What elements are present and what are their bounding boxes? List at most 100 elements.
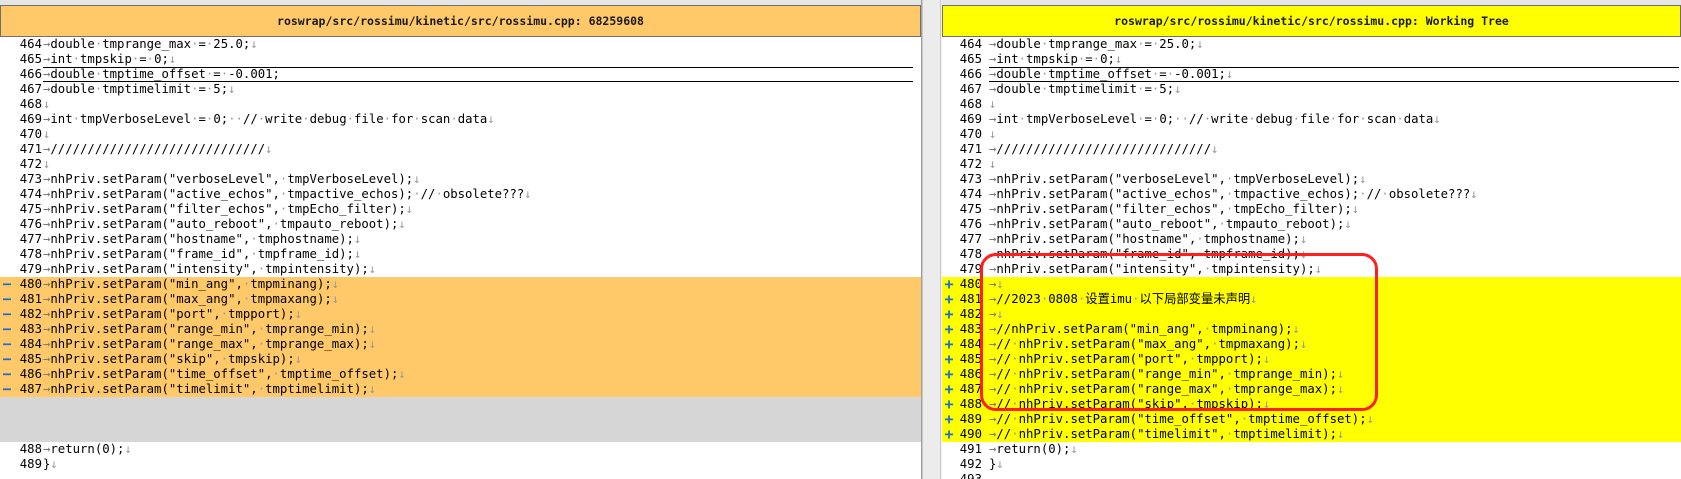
pane-splitter[interactable] <box>922 0 941 479</box>
code-text[interactable]: ↓ <box>989 97 996 112</box>
code-line[interactable]: 475 →nhPriv.setParam("filter_echos",·tmpE… <box>942 202 1681 217</box>
code-text[interactable]: →double·tmptimelimit·=·5;↓ <box>989 82 1182 97</box>
code-line[interactable]: +481 →//2023·0808·设置imu·以下局部变量未声明↓ <box>942 292 1681 307</box>
code-text[interactable]: →nhPriv.setParam("verboseLevel",·tmpVerb… <box>43 172 421 187</box>
code-line[interactable]: +490 →//·nhPriv.setParam("timelimit",·tmp… <box>942 427 1681 442</box>
code-text[interactable]: →nhPriv.setParam("auto_reboot",·tmpauto_… <box>989 217 1352 232</box>
code-text[interactable]: →int·tmpskip·=·0;↓ <box>989 52 1122 67</box>
code-line[interactable]: 469 →int·tmpVerboseLevel·=·0;··//·write·d… <box>942 112 1681 127</box>
code-line[interactable]: 479 →nhPriv.setParam("intensity",·tmpinte… <box>942 262 1681 277</box>
code-line[interactable]: 468 ↓ <box>0 97 921 112</box>
code-line[interactable]: −483 →nhPriv.setParam("range_min",·tmpran… <box>0 322 921 337</box>
code-line[interactable]: 469 →int·tmpVerboseLevel·=·0;··//·write·d… <box>0 112 921 127</box>
code-text[interactable]: →nhPriv.setParam("hostname",·tmphostname… <box>43 232 361 247</box>
code-line[interactable]: +485 →//·nhPriv.setParam("port",·tmpport)… <box>942 352 1681 367</box>
code-text[interactable]: →//·nhPriv.setParam("timelimit",·tmptime… <box>989 427 1344 442</box>
code-text[interactable]: →//·nhPriv.setParam("range_max",·tmprang… <box>989 382 1344 397</box>
code-text[interactable]: →nhPriv.setParam("active_echos",·tmpacti… <box>43 187 532 202</box>
code-text[interactable]: →double·tmptimelimit·=·5;↓ <box>43 82 236 97</box>
code-line[interactable]: −484 →nhPriv.setParam("range_max",·tmpran… <box>0 337 921 352</box>
code-text[interactable]: →//·nhPriv.setParam("skip",·tmpskip);↓ <box>989 397 1270 412</box>
code-text[interactable]: →nhPriv.setParam("time_offset",·tmptime_… <box>43 367 406 382</box>
code-text[interactable]: →return(0);↓ <box>43 442 132 457</box>
code-text[interactable]: →double·tmprange_max·=·25.0;↓ <box>43 37 258 52</box>
code-line[interactable]: 474 →nhPriv.setParam("active_echos",·tmpa… <box>0 187 921 202</box>
code-text[interactable]: →nhPriv.setParam("intensity",·tmpintensi… <box>989 262 1322 277</box>
code-text[interactable]: →nhPriv.setParam("filter_echos",·tmpEcho… <box>43 202 413 217</box>
code-line[interactable]: 491 →return(0);↓ <box>942 442 1681 457</box>
code-text[interactable]: →//nhPriv.setParam("min_ang",·tmpminang)… <box>989 322 1300 337</box>
code-line[interactable]: 473 →nhPriv.setParam("verboseLevel",·tmpV… <box>942 172 1681 187</box>
code-line[interactable]: 466 →double·tmptime_offset·=·-0.001;↓ <box>942 67 1681 82</box>
code-text[interactable]: →nhPriv.setParam("range_min",·tmprange_m… <box>43 322 376 337</box>
code-text[interactable]: →int·tmpVerboseLevel·=·0;··//·write·debu… <box>989 112 1441 127</box>
code-text[interactable]: →↓ <box>989 307 1004 322</box>
code-line[interactable] <box>0 427 921 442</box>
code-line[interactable]: 472 ↓ <box>942 157 1681 172</box>
right-code-lines[interactable]: 464 →double·tmprange_max·=·25.0;↓ 465 →int·… <box>942 37 1681 479</box>
code-line[interactable]: 471 →/////////////////////////////↓ <box>942 142 1681 157</box>
code-line[interactable]: 467 →double·tmptimelimit·=·5;↓ <box>942 82 1681 97</box>
code-text[interactable]: }↓ <box>989 457 1004 472</box>
code-line[interactable]: −487 →nhPriv.setParam("timelimit",·tmptim… <box>0 382 921 397</box>
code-line[interactable]: 471 →/////////////////////////////↓ <box>0 142 921 157</box>
code-text[interactable]: →nhPriv.setParam("active_echos",·tmpacti… <box>989 187 1478 202</box>
code-line[interactable]: 478 →nhPriv.setParam("frame_id",·tmpframe… <box>0 247 921 262</box>
right-diff-pane[interactable]: roswrap/src/rossimu/kinetic/src/rossimu.… <box>942 0 1681 479</box>
code-text[interactable]: →nhPriv.setParam("frame_id",·tmpframe_id… <box>43 247 361 262</box>
code-line[interactable]: 476 →nhPriv.setParam("auto_reboot",·tmpau… <box>0 217 921 232</box>
code-text[interactable]: ↓ <box>989 127 996 142</box>
code-line[interactable]: −486 →nhPriv.setParam("time_offset",·tmpt… <box>0 367 921 382</box>
code-line[interactable]: 478 →nhPriv.setParam("frame_id",·tmpframe… <box>942 247 1681 262</box>
code-text[interactable]: →nhPriv.setParam("min_ang",·tmpminang);↓ <box>43 277 339 292</box>
code-text[interactable]: →nhPriv.setParam("hostname",·tmphostname… <box>989 232 1307 247</box>
code-text[interactable]: →//·nhPriv.setParam("time_offset",·tmpti… <box>989 412 1374 427</box>
code-line[interactable]: 474 →nhPriv.setParam("active_echos",·tmpa… <box>942 187 1681 202</box>
code-text[interactable]: ↓ <box>989 157 996 172</box>
code-line[interactable]: −482 →nhPriv.setParam("port",·tmpport);↓ <box>0 307 921 322</box>
code-line[interactable] <box>0 397 921 412</box>
code-text[interactable]: →nhPriv.setParam("verboseLevel",·tmpVerb… <box>989 172 1367 187</box>
code-line[interactable]: +484 →//·nhPriv.setParam("max_ang",·tmpma… <box>942 337 1681 352</box>
code-line[interactable]: −481 →nhPriv.setParam("max_ang",·tmpmaxan… <box>0 292 921 307</box>
code-text[interactable]: →double·tmprange_max·=·25.0;↓ <box>989 37 1204 52</box>
code-text[interactable]: →//·nhPriv.setParam("port",·tmpport);↓ <box>989 352 1270 367</box>
code-text[interactable]: →double·tmptime_offset·=·-0.001;↓ <box>989 67 1679 82</box>
code-line[interactable]: 493 <box>942 472 1681 479</box>
code-text[interactable]: →//·nhPriv.setParam("range_min",·tmprang… <box>989 367 1344 382</box>
code-text[interactable]: →nhPriv.setParam("auto_reboot",·tmpauto_… <box>43 217 406 232</box>
code-text[interactable]: →/////////////////////////////↓ <box>43 142 273 157</box>
code-line[interactable]: 470 ↓ <box>942 127 1681 142</box>
code-text[interactable]: ↓ <box>43 97 50 112</box>
code-line[interactable]: +488 →//·nhPriv.setParam("skip",·tmpskip)… <box>942 397 1681 412</box>
code-text[interactable]: →nhPriv.setParam("filter_echos",·tmpEcho… <box>989 202 1359 217</box>
code-line[interactable]: 488 →return(0);↓ <box>0 442 921 457</box>
code-line[interactable]: 468 ↓ <box>942 97 1681 112</box>
code-text[interactable]: →return(0);↓ <box>989 442 1078 457</box>
code-line[interactable]: 473 →nhPriv.setParam("verboseLevel",·tmpV… <box>0 172 921 187</box>
left-diff-pane[interactable]: roswrap/src/rossimu/kinetic/src/rossimu.… <box>0 0 922 479</box>
code-line[interactable]: +487 →//·nhPriv.setParam("range_max",·tmp… <box>942 382 1681 397</box>
code-line[interactable]: 477 →nhPriv.setParam("hostname",·tmphostn… <box>0 232 921 247</box>
code-text[interactable]: →//·nhPriv.setParam("max_ang",·tmpmaxang… <box>989 337 1307 352</box>
code-line[interactable]: 465 →int·tmpskip·=·0;↓ <box>0 52 921 67</box>
code-line[interactable]: +483 →//nhPriv.setParam("min_ang",·tmpmin… <box>942 322 1681 337</box>
code-text[interactable]: →nhPriv.setParam("frame_id",·tmpframe_id… <box>989 247 1307 262</box>
code-text[interactable]: →nhPriv.setParam("intensity",·tmpintensi… <box>43 262 376 277</box>
code-line[interactable]: 464 →double·tmprange_max·=·25.0;↓ <box>0 37 921 52</box>
left-code-lines[interactable]: 464 →double·tmprange_max·=·25.0;↓ 465 →int·… <box>0 37 921 472</box>
code-line[interactable]: +489 →//·nhPriv.setParam("time_offset",·t… <box>942 412 1681 427</box>
code-line[interactable]: 465 →int·tmpskip·=·0;↓ <box>942 52 1681 67</box>
code-line[interactable]: 464 →double·tmprange_max·=·25.0;↓ <box>942 37 1681 52</box>
code-line[interactable]: 472 ↓ <box>0 157 921 172</box>
code-text[interactable]: →int·tmpskip·=·0;↓ <box>43 52 176 67</box>
code-text[interactable]: →nhPriv.setParam("skip",·tmpskip);↓ <box>43 352 302 367</box>
code-line[interactable]: −480 →nhPriv.setParam("min_ang",·tmpminan… <box>0 277 921 292</box>
code-text[interactable]: →nhPriv.setParam("range_max",·tmprange_m… <box>43 337 376 352</box>
code-line[interactable]: −485 →nhPriv.setParam("skip",·tmpskip);↓ <box>0 352 921 367</box>
code-line[interactable] <box>0 412 921 427</box>
code-line[interactable]: 466 →double·tmptime_offset·=·-0.001; <box>0 67 921 82</box>
code-text[interactable]: →nhPriv.setParam("timelimit",·tmptimelim… <box>43 382 376 397</box>
code-text[interactable]: →int·tmpVerboseLevel·=·0;··//·write·debu… <box>43 112 495 127</box>
code-line[interactable]: +486 →//·nhPriv.setParam("range_min",·tmp… <box>942 367 1681 382</box>
